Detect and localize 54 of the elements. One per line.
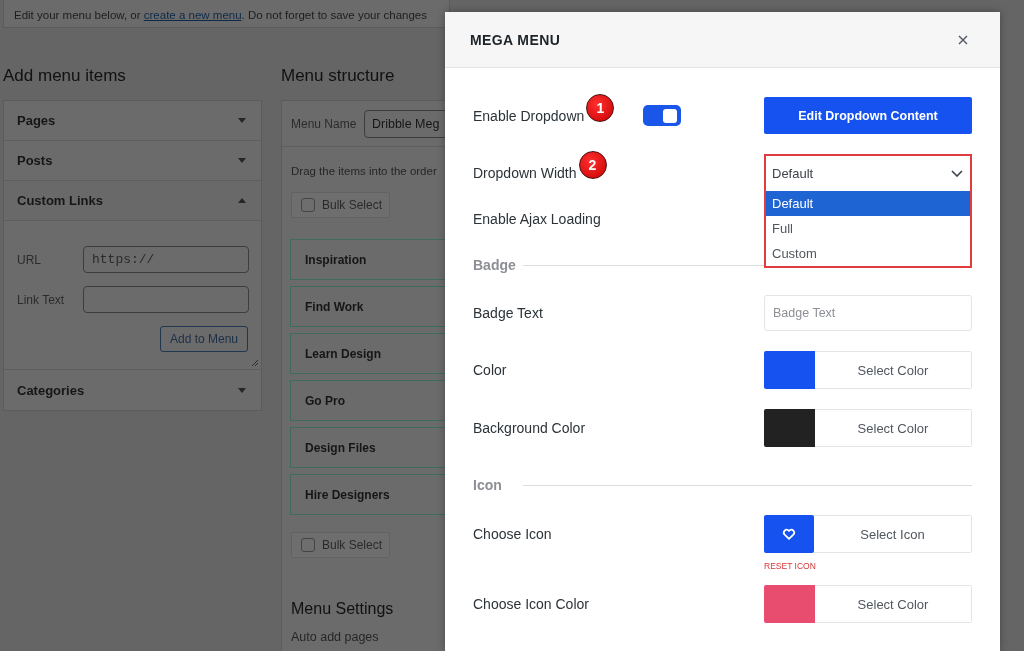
- resize-grip-icon[interactable]: [251, 359, 259, 367]
- reset-icon-link[interactable]: RESET ICON: [764, 561, 816, 572]
- field-label: Enable Ajax Loading: [473, 211, 601, 227]
- dialog-title: MEGA MENU: [470, 31, 561, 48]
- color-swatch-icon[interactable]: [764, 409, 815, 447]
- dropdown-option[interactable]: Default: [766, 191, 970, 216]
- field-label: Menu Name: [291, 116, 358, 131]
- select-color-button[interactable]: Select Color: [815, 585, 972, 623]
- field-label: URL: [17, 252, 42, 267]
- field-label: Choose Icon: [473, 526, 552, 542]
- section-heading: Add menu items: [3, 65, 127, 87]
- section-heading: Menu structure: [281, 65, 396, 87]
- badge-text-field[interactable]: Badge Text: [764, 295, 972, 331]
- accordion-header[interactable]: Categories: [4, 370, 261, 410]
- edit-dropdown-button[interactable]: Edit Dropdown Content: [764, 97, 972, 134]
- bulk-select-button[interactable]: Bulk Select: [291, 192, 390, 218]
- toggle-switch[interactable]: [643, 105, 681, 126]
- close-icon[interactable]: [958, 34, 968, 45]
- text-field[interactable]: [83, 286, 249, 313]
- field-label: Dropdown Width: [473, 164, 577, 181]
- field-label: Link Text: [17, 292, 66, 307]
- section-title: Icon: [473, 477, 502, 493]
- add-to-menu-button[interactable]: Add to Menu: [159, 326, 248, 352]
- instruction-text: Drag the items into the order: [291, 164, 438, 179]
- chevron-down-icon: [951, 170, 963, 177]
- section-title: Badge: [473, 257, 516, 273]
- select-icon-button[interactable]: Select Icon: [814, 515, 972, 553]
- field-label: Badge Text: [473, 305, 543, 321]
- color-swatch-icon[interactable]: [764, 585, 815, 623]
- caret-down-icon: [238, 387, 246, 393]
- dropdown-option[interactable]: Full: [766, 216, 970, 241]
- color-swatch-icon[interactable]: [764, 351, 815, 389]
- url-field[interactable]: https://: [83, 246, 249, 273]
- caret-down-icon: [238, 158, 246, 163]
- section-heading: Menu Settings: [291, 599, 395, 619]
- caret-down-icon: [238, 118, 246, 123]
- field-label: Choose Icon Color: [473, 596, 589, 612]
- create-menu-link[interactable]: create a new menu: [143, 9, 242, 21]
- select-color-button[interactable]: Select Color: [815, 409, 972, 447]
- accordion-header[interactable]: Pages: [4, 101, 261, 141]
- dropdown-option[interactable]: Custom: [766, 241, 970, 266]
- setting-label: Auto add pages: [291, 629, 380, 645]
- field-label: Enable Dropdown: [473, 107, 585, 124]
- field-label: Color: [473, 362, 507, 378]
- caret-up-icon: [238, 198, 246, 203]
- field-label: Background Color: [473, 420, 586, 436]
- checkbox[interactable]: [301, 198, 315, 212]
- select-color-button[interactable]: Select Color: [815, 351, 972, 389]
- number-marker: 2: [578, 150, 607, 179]
- number-marker: 1: [586, 93, 615, 122]
- notice-text: Edit your menu below, or create a new menu. Do not forget to save your changes: [14, 9, 427, 21]
- dropdown-select[interactable]: Default: [766, 156, 970, 191]
- checkbox[interactable]: [301, 538, 315, 552]
- bulk-select-button[interactable]: Bulk Select: [291, 532, 390, 558]
